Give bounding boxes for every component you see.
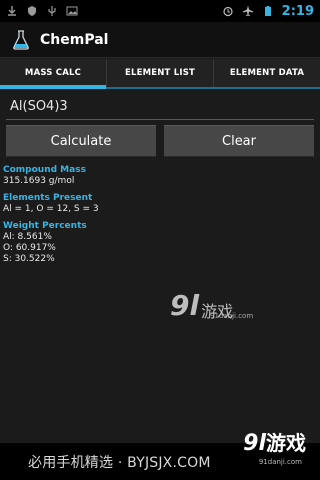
status-left-icons [6,5,78,17]
bottom-logo-mark: 9l [243,431,266,456]
weight-percent-o: O: 60.917% [3,243,56,253]
tab-element-list[interactable]: ELEMENT LIST [107,59,214,87]
status-time: 2:19 [281,3,314,19]
flask-icon[interactable] [10,29,32,51]
usb-icon [48,6,56,16]
bottom-watermark-logo: 9l游戏 [243,427,306,456]
watermark-mark: 9l [170,289,200,322]
calculate-button[interactable]: Calculate [6,125,156,157]
bottom-watermark-bar: 必用手机精选 · BYJSJX.COM 9l游戏 91danji.com [0,431,320,480]
compound-mass-value: 315.1693 g/mol [3,176,75,186]
weight-percent-al: Al: 8.561% [3,232,52,242]
weight-percent-s: S: 30.522% [3,254,55,264]
elements-present-label: Elements Present [3,193,93,203]
elements-present-value: Al = 1, O = 12, S = 3 [3,204,99,214]
weight-percents-label: Weight Percents [3,221,87,231]
status-right-icons: 2:19 [222,4,314,19]
app-title: ChemPal [40,31,109,48]
bottom-watermark-url: 91danji.com [258,458,302,466]
airplane-icon [242,5,253,17]
watermark-url: 91danji.com [210,312,254,320]
bottom-logo-zh: 游戏 [266,431,306,455]
tab-element-data[interactable]: ELEMENT DATA [214,59,320,87]
status-bar: 2:19 [0,0,320,22]
formula-input[interactable]: Al(SO4)3 [6,96,314,120]
compound-mass-label: Compound Mass [3,165,86,175]
image-icon [66,6,78,16]
download-icon [8,6,16,16]
action-bar: ChemPal [0,22,320,58]
shield-icon [28,6,36,16]
tab-mass-calc[interactable]: MASS CALC [0,59,107,89]
battery-icon [264,6,271,16]
alarm-icon [223,6,233,17]
bottom-watermark-text: 必用手机精选 · BYJSJX.COM [28,454,211,471]
button-row: Calculate Clear [6,125,314,157]
results-panel: Compound Mass 315.1693 g/mol Elements Pr… [3,165,303,265]
watermark-center: 9l 游戏 91danji.com [170,282,270,322]
clear-button[interactable]: Clear [164,125,314,157]
tab-bar: MASS CALC ELEMENT LIST ELEMENT DATA [0,59,320,89]
